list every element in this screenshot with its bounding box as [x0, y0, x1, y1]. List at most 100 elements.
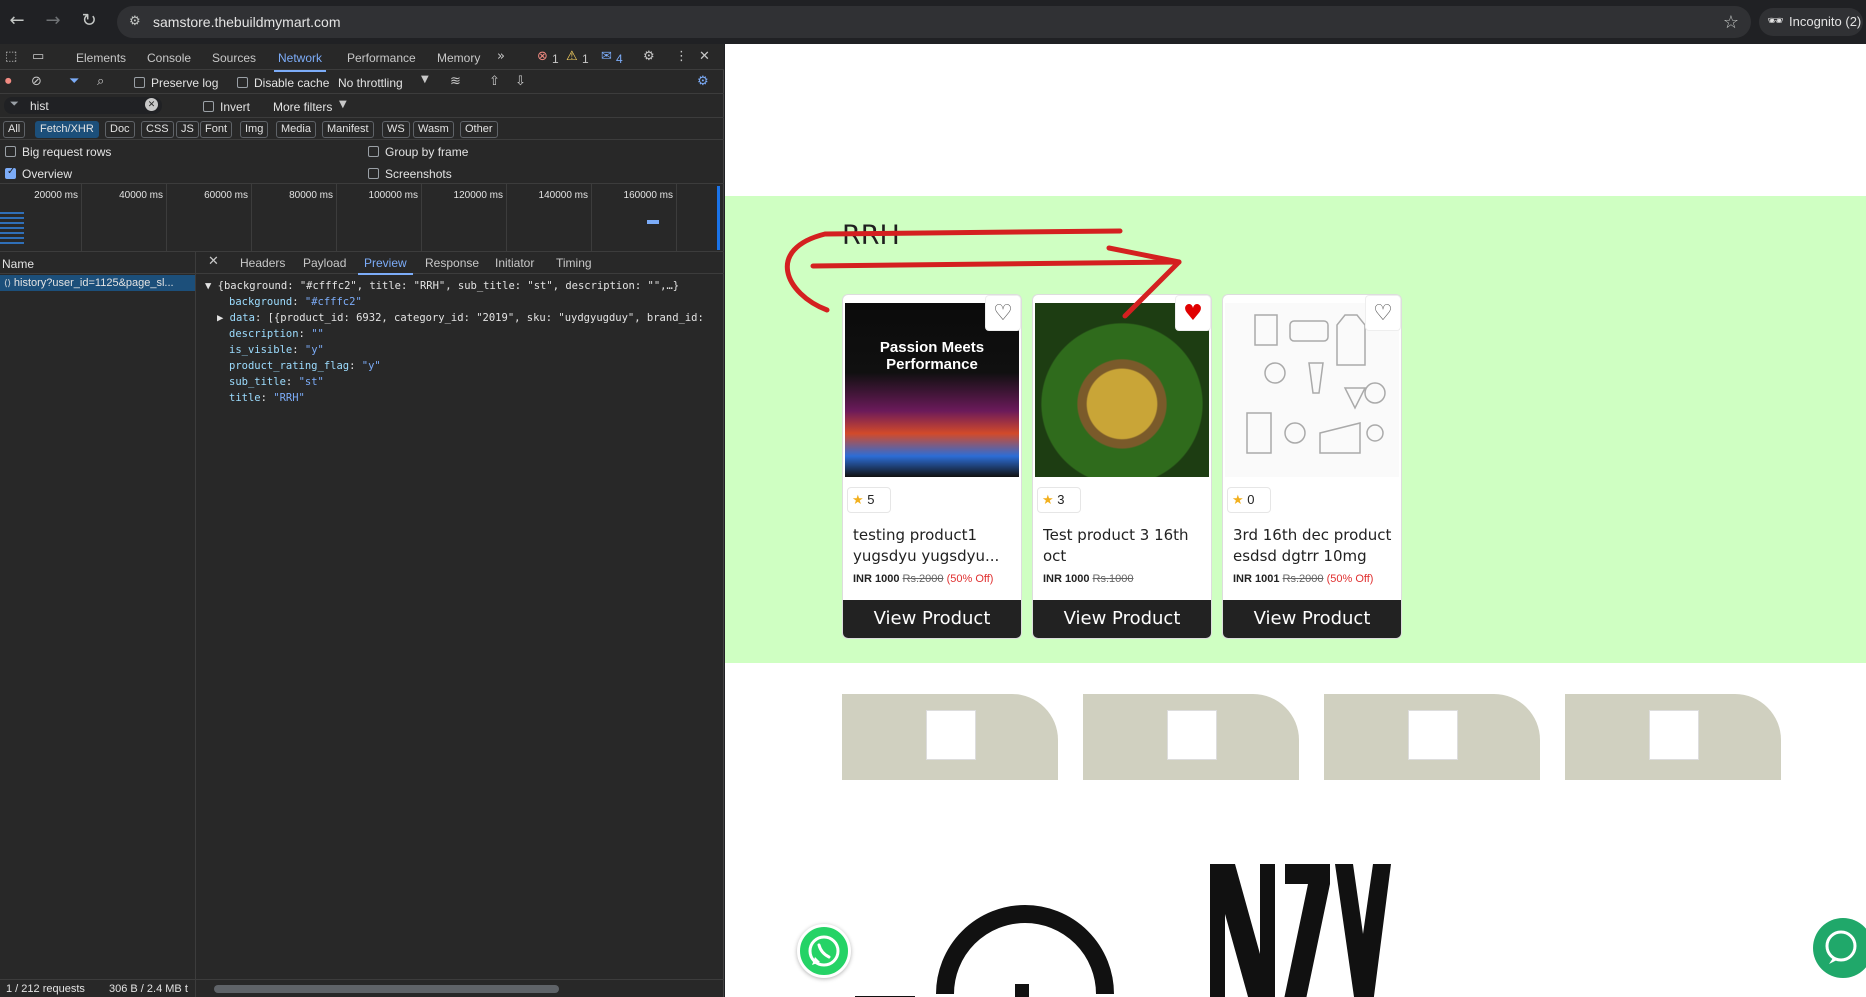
detail-tab-response[interactable]: Response [425, 256, 479, 270]
product-name[interactable]: Test product 3 16th oct [1043, 525, 1207, 567]
request-row[interactable]: ⟨⟩ history?user_id=1125&page_sl... [0, 275, 195, 291]
sale-price: INR 1000 [1043, 573, 1090, 585]
close-devtools-icon[interactable]: ✕ [699, 49, 710, 64]
big-request-rows-checkbox[interactable] [5, 146, 16, 157]
type-manifest[interactable]: Manifest [322, 121, 374, 138]
clear-icon[interactable]: ⊘ [31, 74, 42, 89]
star-icon: ★ [852, 493, 864, 508]
type-ws[interactable]: WS [382, 121, 410, 138]
detail-tab-timing[interactable]: Timing [556, 256, 592, 270]
annotation-arrow [784, 228, 1182, 319]
bookmark-star-icon[interactable]: ☆ [1723, 12, 1739, 33]
detail-tab-headers[interactable]: Headers [240, 256, 285, 270]
tab-console[interactable]: Console [147, 51, 191, 65]
brand-logo-shapes [1210, 864, 1391, 997]
type-css[interactable]: CSS [141, 121, 174, 138]
error-icon[interactable]: ⊗ [537, 49, 548, 64]
timeline-tick-label: 100000 ms [368, 190, 418, 201]
preview-value: "" [311, 328, 324, 340]
detail-tab-preview[interactable]: Preview [358, 256, 413, 275]
more-tabs-icon[interactable]: » [497, 49, 505, 64]
filter-icon[interactable]: ⏷ [69, 74, 79, 89]
type-fetch-xhr[interactable]: Fetch/XHR [35, 121, 99, 138]
discount-label: (50% Off) [946, 573, 994, 585]
category-tile[interactable] [1324, 694, 1540, 780]
clear-filter-icon[interactable]: ✕ [145, 98, 158, 111]
brand-logo-graphic [1205, 854, 1405, 997]
rating-value: 0 [1247, 492, 1255, 507]
network-settings-icon[interactable]: ⚙ [697, 74, 709, 89]
device-toolbar-icon[interactable]: ▭ [32, 49, 44, 64]
product-name[interactable]: testing product1 yugsdyu yugsdyu... [853, 525, 1017, 567]
overview-timeline[interactable]: 20000 ms 40000 ms 60000 ms 80000 ms 1000… [0, 184, 724, 252]
type-img[interactable]: Img [240, 121, 269, 138]
kebab-menu-icon[interactable]: ⋮ [675, 49, 688, 64]
timeline-range-handle[interactable] [717, 186, 720, 250]
address-bar[interactable]: ⚙ samstore.thebuildmymart.com ☆ [117, 6, 1751, 38]
tab-elements[interactable]: Elements [76, 51, 126, 65]
view-product-button[interactable]: View Product [1223, 600, 1401, 638]
download-icon[interactable]: ⇩ [515, 74, 526, 89]
category-tile[interactable] [1565, 694, 1781, 780]
search-icon[interactable]: ⌕ [97, 74, 104, 89]
screenshots-checkbox[interactable] [368, 168, 379, 179]
more-filters-dropdown[interactable]: More filters [273, 100, 332, 114]
overview-checkbox[interactable] [5, 166, 16, 179]
preview-value: "y" [361, 360, 381, 372]
preserve-log-checkbox[interactable] [134, 77, 145, 88]
chevron-down-icon[interactable]: ▼ [421, 74, 429, 85]
filter-funnel-icon: ⏷ [10, 98, 19, 110]
tab-network[interactable]: Network [273, 51, 327, 72]
site-info-icon[interactable]: ⚙ [129, 14, 145, 30]
type-media[interactable]: Media [276, 121, 316, 138]
type-other[interactable]: Other [460, 121, 498, 138]
product-price: INR 1000 Rs.1000 [1043, 573, 1134, 585]
preview-summary[interactable]: ▼ {background: "#cfffc2", title: "RRH", … [205, 280, 679, 292]
network-conditions-icon[interactable]: ≋ [450, 74, 461, 89]
category-thumbnail [1649, 710, 1699, 760]
category-tile[interactable] [1083, 694, 1299, 780]
type-all[interactable]: All [3, 121, 26, 138]
close-detail-icon[interactable]: ✕ [208, 254, 219, 269]
preview-key: sub_title [229, 376, 286, 388]
support-chat-button[interactable] [1813, 918, 1866, 978]
horizontal-scrollbar[interactable] [214, 985, 559, 993]
invert-checkbox[interactable] [203, 101, 214, 112]
chevron-down-icon[interactable]: ▼ [339, 99, 347, 110]
filter-input[interactable]: ⏷ hist ✕ [4, 97, 162, 114]
throttling-select[interactable]: No throttling [338, 76, 403, 90]
disable-cache-checkbox[interactable] [237, 77, 248, 88]
tab-memory[interactable]: Memory [437, 51, 480, 65]
preview-line: sub_title: "st" [229, 376, 324, 388]
error-count: 1 [552, 52, 559, 66]
category-tile[interactable] [842, 694, 1058, 780]
detail-tab-initiator[interactable]: Initiator [495, 256, 534, 270]
tab-performance[interactable]: Performance [347, 51, 416, 65]
preview-line[interactable]: ▶ data: [{product_id: 6932, category_id:… [217, 312, 704, 324]
devtools-tab-bar: ⬚ ▭ Elements Console Sources Network Per… [0, 44, 724, 72]
view-product-button[interactable]: View Product [1033, 600, 1211, 638]
forward-icon[interactable]: → [42, 10, 64, 32]
invert-label: Invert [220, 100, 251, 114]
expand-arrow-icon[interactable]: ▼ [205, 280, 218, 292]
inspect-element-icon[interactable]: ⬚ [5, 49, 17, 64]
warning-icon[interactable]: ⚠ [566, 49, 578, 64]
back-icon[interactable]: ← [6, 10, 28, 32]
settings-gear-icon[interactable]: ⚙ [643, 49, 655, 64]
type-font[interactable]: Font [200, 121, 233, 138]
reload-icon[interactable]: ↻ [78, 10, 100, 32]
message-icon[interactable]: ✉ [601, 49, 612, 64]
type-wasm[interactable]: Wasm [413, 121, 454, 138]
record-icon[interactable]: ⏺ [5, 74, 12, 89]
view-product-button[interactable]: View Product [843, 600, 1021, 638]
product-name[interactable]: 3rd 16th dec product esdsd dgtrr 10mg [1233, 525, 1397, 567]
expand-arrow-icon[interactable]: ▶ [217, 312, 230, 324]
type-js[interactable]: JS [176, 121, 199, 138]
incognito-badge[interactable]: 🕶 Incognito (2) [1759, 8, 1863, 36]
type-doc[interactable]: Doc [105, 121, 135, 138]
group-by-frame-checkbox[interactable] [368, 146, 379, 157]
upload-icon[interactable]: ⇧ [489, 74, 500, 89]
detail-tab-payload[interactable]: Payload [303, 256, 346, 270]
tab-sources[interactable]: Sources [212, 51, 256, 65]
whatsapp-chat-button[interactable] [797, 924, 851, 978]
